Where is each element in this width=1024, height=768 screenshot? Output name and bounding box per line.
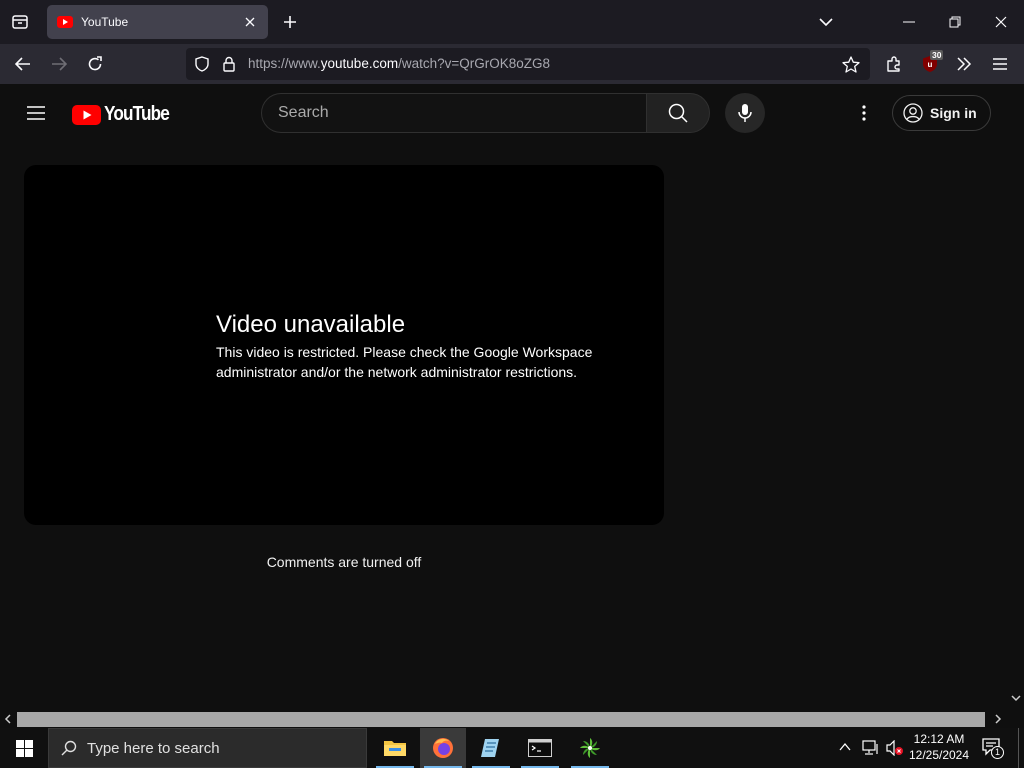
arrow-right-icon [52,57,67,71]
taskbar-search-placeholder: Type here to search [87,739,220,757]
youtube-favicon-icon [57,16,73,28]
toolbar-overflow-button[interactable] [950,50,978,78]
tab-list-icon [12,15,28,29]
taskbar-app-terminal[interactable] [517,728,563,768]
minimize-icon [903,21,915,23]
youtube-logo-text: YouTube [104,103,170,125]
scroll-left-arrow-icon[interactable] [4,714,12,724]
windows-logo-icon [15,739,33,757]
settings-more-button[interactable] [848,97,880,129]
action-center-button[interactable]: 1 [982,738,1006,759]
notepad-icon [481,739,499,757]
url-prefix: https://www. [248,56,321,71]
tracking-protection-shield-icon[interactable] [194,56,210,72]
back-button[interactable] [8,50,38,78]
comments-status: Comments are turned off [266,554,422,570]
chevron-up-icon[interactable] [838,740,852,754]
double-chevron-right-icon [957,57,972,71]
firefox-view-button[interactable] [6,8,34,36]
guide-menu-button[interactable] [20,97,52,129]
scroll-right-arrow-icon[interactable] [994,714,1002,724]
reload-icon [88,56,102,71]
plus-icon [284,16,296,28]
start-button[interactable] [0,728,48,768]
app-menu-button[interactable] [986,50,1014,78]
forward-button[interactable] [44,50,74,78]
hamburger-menu-icon [993,58,1007,70]
search-button[interactable] [646,93,710,133]
hamburger-menu-icon [27,106,45,120]
browser-tab-strip: YouTube [0,0,1024,44]
url-text[interactable]: https://www.youtube.com/watch?v=QrGrOK8o… [248,56,550,71]
reload-button[interactable] [80,50,110,78]
lock-icon[interactable] [222,56,236,72]
clock-time: 12:12 AM [913,732,965,746]
ublock-origin-button[interactable]: u 30 [916,50,944,78]
show-desktop-button[interactable] [1018,728,1024,768]
svg-text:u: u [928,60,933,69]
ublock-blocked-count-badge: 30 [930,50,944,60]
tab-close-button[interactable] [240,12,260,32]
vertical-scrollbar[interactable] [1008,84,1024,711]
leaf-app-icon [580,738,600,758]
close-icon [995,16,1007,28]
window-close-button[interactable] [982,8,1020,36]
taskbar-app-notepad[interactable] [468,728,514,768]
bookmark-star-icon[interactable] [842,56,860,73]
sign-in-button[interactable]: Sign in [892,95,991,131]
search-icon [668,103,688,123]
taskbar-app-leaf[interactable] [567,728,613,768]
window-restore-button[interactable] [936,8,974,36]
sign-in-label: Sign in [930,105,977,121]
browser-navigation-toolbar: https://www.youtube.com/watch?v=QrGrOK8o… [0,44,1024,84]
microphone-icon [738,104,752,122]
extensions-button[interactable] [880,50,908,78]
taskbar-search-box[interactable]: Type here to search [48,728,367,768]
network-icon[interactable] [862,740,880,756]
chevron-down-icon [819,18,833,27]
list-all-tabs-button[interactable] [812,8,840,36]
video-player[interactable]: Video unavailable This video is restrict… [24,165,664,525]
horizontal-scrollbar-thumb[interactable] [17,712,985,727]
notification-count-badge: 1 [991,746,1004,759]
address-bar[interactable]: https://www.youtube.com/watch?v=QrGrOK8o… [186,48,870,80]
video-error-message: This video is restricted. Please check t… [216,344,593,380]
youtube-page: YouTube Search Sign in Video unavailable… [0,84,1008,711]
volume-muted-icon[interactable] [886,740,904,756]
arrow-left-icon [15,57,30,71]
close-icon [245,17,255,27]
youtube-play-logo-icon [72,104,101,125]
account-circle-icon [903,103,923,123]
taskbar-clock[interactable]: 12:12 AM 12/25/2024 [904,731,974,763]
search-placeholder: Search [278,104,329,121]
window-minimize-button[interactable] [890,8,928,36]
vertical-dots-icon [862,105,866,121]
horizontal-scrollbar[interactable] [0,711,1024,728]
youtube-logo[interactable]: YouTube [72,103,180,126]
new-tab-button[interactable] [276,8,304,36]
tab-title: YouTube [81,15,129,29]
search-icon [61,740,77,756]
firefox-icon [433,738,453,758]
puzzle-piece-icon [887,56,900,72]
clock-date: 12/25/2024 [908,748,970,762]
search-input[interactable]: Search [261,93,646,133]
terminal-icon [528,739,552,757]
video-error-title: Video unavailable [216,311,406,338]
voice-search-button[interactable] [725,93,765,133]
tab-youtube[interactable]: YouTube [47,5,268,39]
scroll-down-arrow-icon[interactable] [1011,694,1021,702]
taskbar-app-firefox[interactable] [420,728,466,768]
restore-icon [949,16,961,28]
url-host: youtube.com [320,56,399,71]
folder-icon [384,741,406,756]
taskbar-app-file-explorer[interactable] [372,728,418,768]
windows-taskbar: Type here to search 12:12 AM 12/25/2024 … [0,728,1024,768]
url-path: /watch?v=QrGrOK8oZG8 [398,56,551,71]
